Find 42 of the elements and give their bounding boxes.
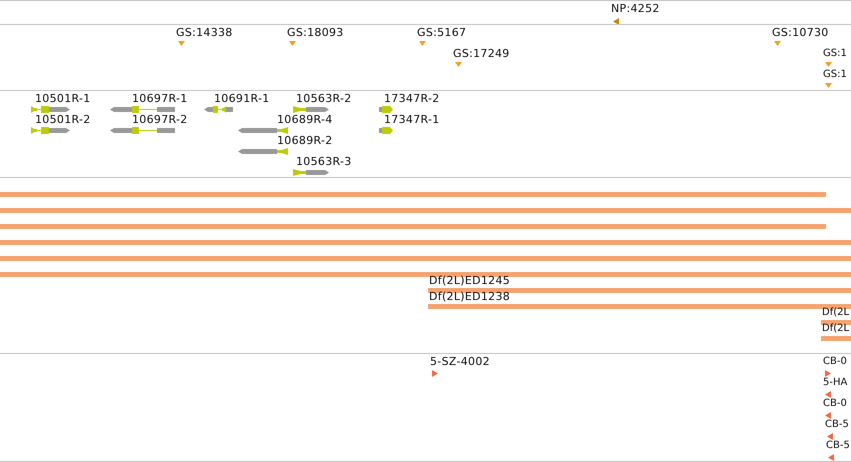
gene-model-drawing [238, 127, 288, 134]
gene-label: 10563R-3 [296, 156, 352, 168]
gene-model-drawing [204, 106, 233, 113]
feature-label: GS:5167 [417, 27, 466, 39]
gene-model-drawing [293, 106, 329, 113]
gene-label: 10501R-1 [35, 93, 91, 105]
feature-label: Df(2L [822, 323, 850, 335]
gene-model-drawing [238, 148, 288, 155]
gene-model-drawing [110, 106, 175, 113]
feature-label: Df(2L)ED1238 [429, 291, 510, 303]
gene-label: 17347R-2 [384, 93, 440, 105]
feature-label: CB-5 [825, 419, 849, 431]
deletion-bar [821, 336, 851, 341]
feature-label: 5-SZ-4002 [430, 356, 490, 368]
feature-label: GS:17249 [453, 48, 510, 60]
gene-label: 10697R-2 [132, 114, 188, 126]
gene-model-drawing [110, 127, 175, 134]
feature-label: 5-HA [823, 377, 848, 389]
gene-model-drawing [379, 106, 393, 113]
feature-label: GS:18093 [287, 27, 344, 39]
feature-label: CB-5 [826, 440, 850, 452]
feature-label: CB-0 [823, 356, 847, 368]
gene-label: 10501R-2 [35, 114, 91, 126]
feature-label: Df(2L)ED1245 [429, 275, 510, 287]
feature-label: GS:1 [823, 69, 847, 81]
gene-label: 10691R-1 [214, 93, 270, 105]
gene-label: 10689R-4 [277, 114, 333, 126]
gene-label: 10697R-1 [132, 93, 188, 105]
feature-label: GS:14338 [176, 27, 233, 39]
gene-label: 10689R-2 [277, 135, 333, 147]
deletion-bar [821, 320, 851, 325]
feature-label: Df(2L [822, 307, 850, 319]
gene-label: 10563R-2 [296, 93, 352, 105]
gene-model-drawing [31, 127, 70, 134]
feature-label: GS:1 [823, 48, 847, 60]
gene-label: 17347R-1 [384, 114, 440, 126]
feature-label: GS:10730 [772, 27, 829, 39]
feature-label: NP:4252 [611, 3, 660, 15]
feature-label: CB-0 [823, 398, 847, 410]
gene-model-drawing [31, 106, 70, 113]
gene-model-drawing [293, 169, 329, 176]
gene-model-drawing [379, 127, 393, 134]
